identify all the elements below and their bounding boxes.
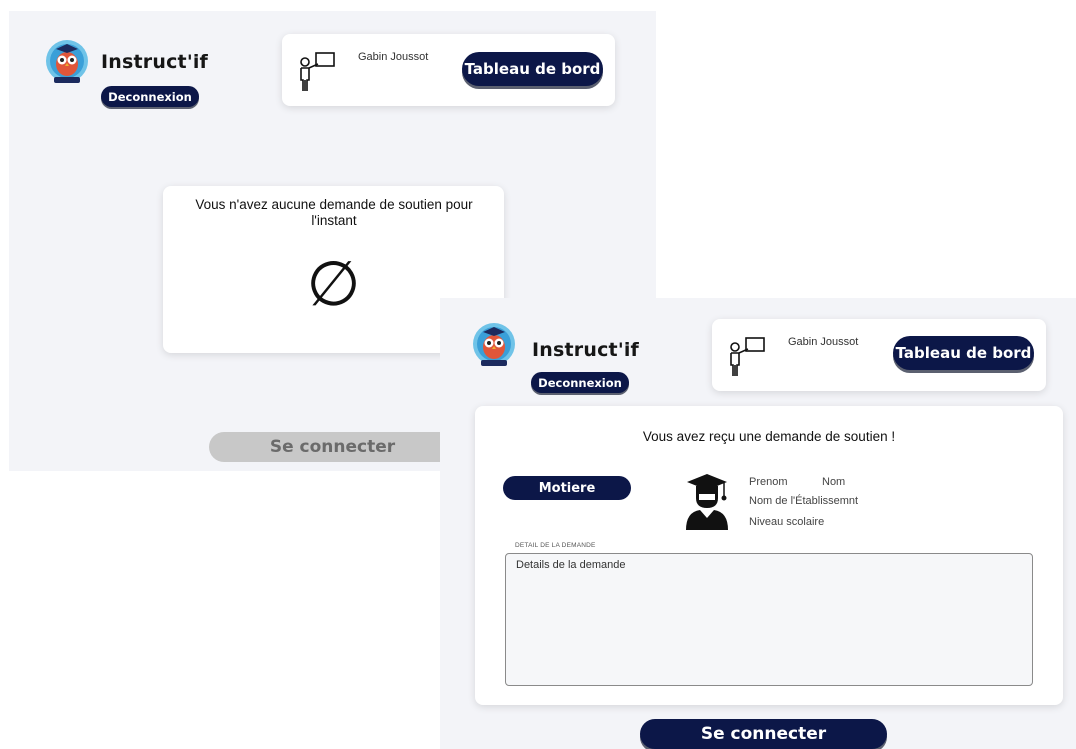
student-school: Nom de l'Établissemnt	[749, 495, 859, 507]
request-title: Vous avez reçu une demande de soutien !	[642, 429, 896, 444]
dashboard-button[interactable]: Tableau de bord	[893, 336, 1034, 370]
owl-logo-icon	[473, 323, 515, 366]
student-lastname: Nom	[822, 476, 846, 488]
teacher-card: Gabin Joussot Tableau de bord	[712, 319, 1046, 391]
screen-request-received: Instruct'if Deconnexion Gabin Joussot Ta…	[440, 298, 1076, 749]
teacher-card: Gabin Joussot Tableau de bord	[282, 34, 615, 106]
details-caption: DETAIL DE LA DEMANDE	[515, 542, 596, 549]
logout-button[interactable]: Deconnexion	[101, 86, 199, 107]
owl-logo-icon	[46, 40, 88, 83]
brand-name: Instruct'if	[532, 339, 640, 361]
teacher-board-icon	[300, 52, 335, 91]
student-level: Niveau scolaire	[749, 516, 825, 528]
request-card: Vous avez reçu une demande de soutien ! …	[475, 406, 1063, 705]
connect-button[interactable]: Se connecter	[640, 719, 887, 749]
teacher-name: Gabin Joussot	[358, 51, 429, 63]
student-graduate-icon	[686, 474, 728, 530]
logout-button[interactable]: Deconnexion	[531, 372, 629, 393]
details-text: Details de la demande	[516, 559, 626, 571]
teacher-board-icon	[730, 337, 765, 376]
details-textarea[interactable]: Details de la demande	[505, 553, 1033, 686]
subject-badge: Motiere	[503, 476, 631, 500]
empty-message: Vous n'avez aucune demande de soutien po…	[195, 197, 473, 228]
dashboard-button[interactable]: Tableau de bord	[462, 52, 603, 86]
brand-name: Instruct'if	[101, 51, 209, 73]
connect-button-disabled[interactable]: Se connecter	[209, 432, 456, 462]
student-firstname: Prenom	[749, 476, 788, 488]
teacher-name: Gabin Joussot	[788, 336, 859, 348]
